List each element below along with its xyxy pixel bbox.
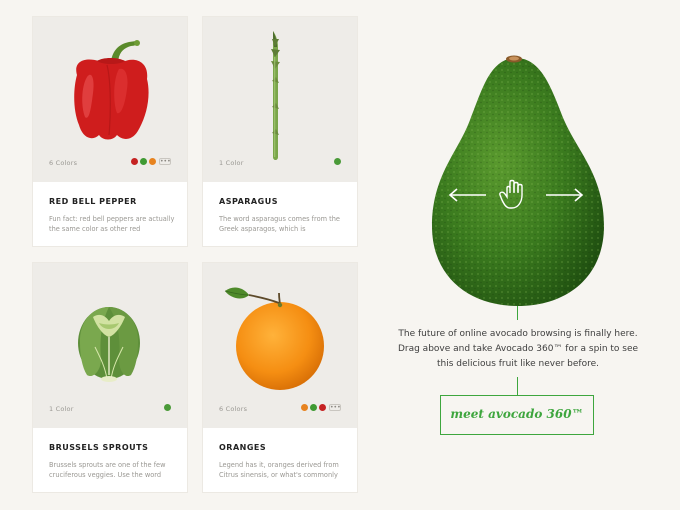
tagline-line-1: The future of online avocado browsing is… xyxy=(398,329,638,339)
hero-tagline: The future of online avocado browsing is… xyxy=(382,327,654,372)
colors-count: 6 Colors xyxy=(49,159,78,167)
color-swatches: ••• xyxy=(301,404,341,411)
color-swatch-green[interactable] xyxy=(140,158,147,165)
color-swatch-green[interactable] xyxy=(164,404,171,411)
colors-count: 6 Colors xyxy=(219,405,248,413)
card-description: Fun fact: red bell peppers are actually … xyxy=(49,215,175,233)
colors-count: 1 Color xyxy=(49,405,74,413)
card-title[interactable]: RED BELL PEPPER xyxy=(49,197,137,206)
color-swatches xyxy=(164,404,171,411)
avocado-360-viewer[interactable] xyxy=(428,50,608,310)
card-title[interactable]: ORANGES xyxy=(219,443,266,452)
card-title[interactable]: ASPARAGUS xyxy=(219,197,278,206)
color-swatch-orange[interactable] xyxy=(301,404,308,411)
meet-avocado-360-button[interactable]: meet avocado 360™ xyxy=(440,395,594,435)
more-colors-button[interactable]: ••• xyxy=(329,404,341,411)
color-swatches xyxy=(334,158,341,165)
colors-count: 1 Color xyxy=(219,159,244,167)
color-swatch-green[interactable] xyxy=(334,158,341,165)
connector-line-bottom xyxy=(517,377,518,395)
product-card-brussels-sprouts[interactable]: 1 Color BRUSSELS SPROUTS Brussels sprout… xyxy=(33,263,187,492)
card-description: Brussels sprouts are one of the few cruc… xyxy=(49,461,166,479)
color-swatch-orange[interactable] xyxy=(149,158,156,165)
card-title[interactable]: BRUSSELS SPROUTS xyxy=(49,443,148,452)
card-description: Legend has it, oranges derived from Citr… xyxy=(219,461,339,479)
product-card-red-bell-pepper[interactable]: 6 Colors ••• RED BELL PEPPER Fun fact: r… xyxy=(33,17,187,246)
product-card-oranges[interactable]: 6 Colors ••• ORANGES Legend has it, oran… xyxy=(203,263,357,492)
color-swatch-red[interactable] xyxy=(131,158,138,165)
card-description: The word asparagus comes from the Greek … xyxy=(219,215,340,233)
more-colors-button[interactable]: ••• xyxy=(159,158,171,165)
tagline-line-2: Drag above and take Avocado 360™ for a s… xyxy=(397,344,639,354)
color-swatches: ••• xyxy=(131,158,171,165)
color-swatch-green[interactable] xyxy=(310,404,317,411)
connector-line-top xyxy=(517,306,518,320)
product-card-asparagus[interactable]: 1 Color ASPARAGUS The word asparagus com… xyxy=(203,17,357,246)
color-swatch-red[interactable] xyxy=(319,404,326,411)
tagline-line-3: this delicious fruit like never before. xyxy=(437,359,599,369)
